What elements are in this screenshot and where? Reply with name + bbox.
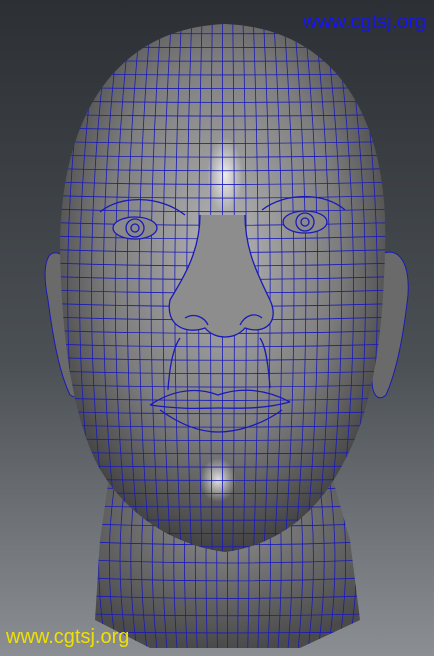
right-eye [282,210,328,234]
head-mesh[interactable] [44,20,409,650]
left-eye [112,216,158,240]
viewport[interactable]: www.cgtsj.org www.cgtsj.org [0,0,434,656]
watermark-top: www.cgtsj.org [302,11,426,33]
forehead-highlight [207,137,243,213]
watermark-bottom: www.cgtsj.org [5,626,129,648]
